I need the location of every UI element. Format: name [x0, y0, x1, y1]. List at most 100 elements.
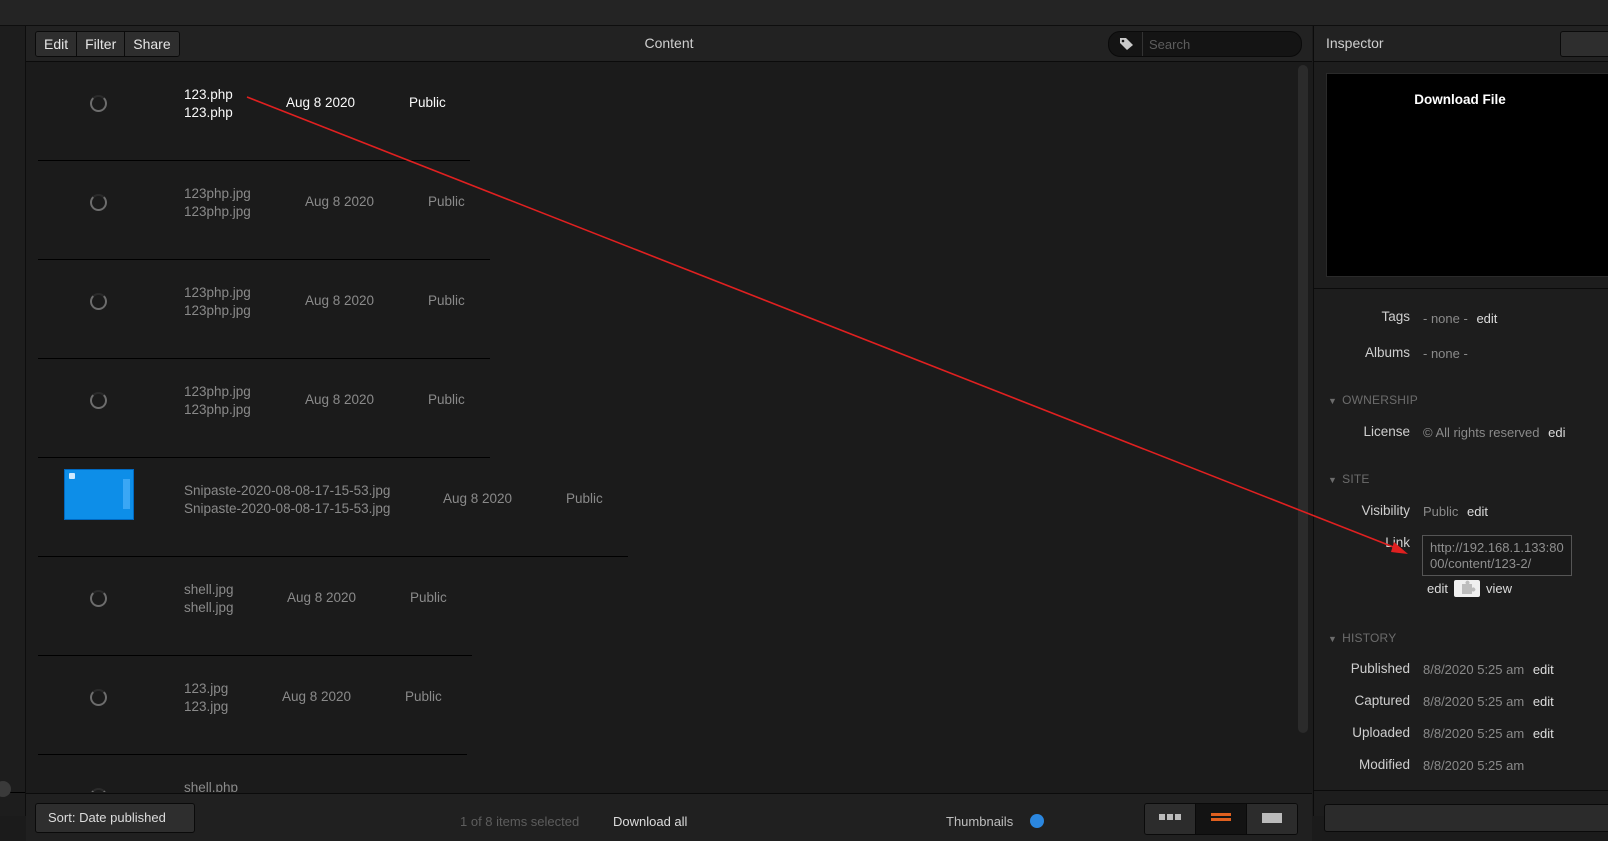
share-button[interactable]: Share — [125, 32, 179, 56]
file-visibility: Public — [405, 689, 442, 704]
thumbnail-size-label: Thumbnails — [946, 814, 1014, 829]
file-filename: 123php.jpg — [184, 204, 251, 219]
file-date: Aug 8 2020 — [282, 689, 352, 704]
uploaded-value: 8/8/2020 5:25 am edit — [1423, 726, 1554, 741]
visibility-edit-link[interactable]: edit — [1467, 504, 1488, 519]
file-date: Aug 8 2020 — [305, 392, 375, 407]
file-title: 123.php — [184, 87, 233, 102]
content-row-8[interactable]: shell.php — [38, 755, 478, 792]
tag-icon[interactable] — [1119, 37, 1134, 54]
file-names: 123php.jpg 123php.jpg — [184, 284, 251, 320]
inspector-header-button[interactable] — [1560, 31, 1608, 57]
license-edit-link[interactable]: edi — [1548, 425, 1565, 440]
history-section-header[interactable]: ▼ HISTORY — [1328, 631, 1396, 645]
content-row-6[interactable]: shell.jpg shell.jpg Aug 8 2020 Public — [38, 557, 472, 656]
file-filename: shell.jpg — [184, 600, 234, 615]
uploaded-edit-link[interactable]: edit — [1533, 726, 1554, 741]
file-names: shell.jpg shell.jpg — [184, 581, 234, 617]
inspector-footer-divider — [1314, 790, 1608, 791]
content-row-7[interactable]: 123.jpg 123.jpg Aug 8 2020 Public — [38, 656, 467, 755]
tags-edit-link[interactable]: edit — [1476, 311, 1497, 326]
file-title: Snipaste-2020-08-08-17-15-53.jpg — [184, 483, 391, 498]
content-scrollbar[interactable] — [1298, 65, 1308, 733]
file-date: Aug 8 2020 — [443, 491, 513, 506]
selection-count: 1 of 8 items selected — [460, 814, 580, 829]
puzzle-icon[interactable] — [1453, 580, 1480, 597]
file-visibility: Public — [428, 392, 465, 407]
license-value: © All rights reserved edi — [1423, 425, 1566, 440]
sort-dropdown[interactable]: Sort: Date published — [35, 803, 195, 833]
file-date: Aug 8 2020 — [305, 194, 375, 209]
link-actions: edit view — [1427, 580, 1512, 597]
search-input[interactable] — [1147, 32, 1297, 56]
thumbnail-window — [123, 479, 130, 509]
filter-button[interactable]: Filter — [77, 32, 126, 56]
file-visibility: Public — [428, 293, 465, 308]
modified-value: 8/8/2020 5:25 am — [1423, 758, 1524, 773]
left-panel-collapsed — [0, 26, 26, 816]
file-preview[interactable]: Download File — [1326, 73, 1608, 277]
file-visibility: Public — [566, 491, 603, 506]
visibility-value: Public edit — [1423, 504, 1488, 519]
content-row-2[interactable]: 123php.jpg 123php.jpg Aug 8 2020 Public — [38, 161, 490, 260]
modified-date: 8/8/2020 5:25 am — [1423, 758, 1525, 773]
link-edit-link[interactable]: edit — [1427, 581, 1448, 596]
content-row-5[interactable]: Snipaste-2020-08-08-17-15-53.jpg Snipast… — [38, 458, 628, 557]
ownership-section-title: OWNERSHIP — [1342, 393, 1418, 407]
file-names: 123php.jpg 123php.jpg — [184, 383, 251, 419]
thumbnail-size-slider[interactable] — [1030, 814, 1044, 828]
file-title: 123php.jpg — [184, 384, 251, 399]
file-names: 123.jpg 123.jpg — [184, 680, 228, 716]
list-view-icon — [1211, 813, 1231, 821]
file-names: Snipaste-2020-08-08-17-15-53.jpg Snipast… — [184, 482, 390, 518]
captured-edit-link[interactable]: edit — [1533, 694, 1554, 709]
content-row-3[interactable]: 123php.jpg 123php.jpg Aug 8 2020 Public — [38, 260, 490, 359]
thumbnail-desktop-icon — [69, 473, 75, 479]
published-label: Published — [1350, 661, 1410, 676]
file-filename: 123php.jpg — [184, 402, 251, 417]
file-visibility: Public — [410, 590, 447, 605]
collapse-triangle-icon: ▼ — [1328, 634, 1338, 644]
download-file-label[interactable]: Download File — [1327, 92, 1593, 107]
grid-view-button[interactable] — [1145, 804, 1196, 834]
loading-spinner-icon — [90, 194, 107, 211]
link-label: Link — [1385, 535, 1410, 550]
loading-spinner-icon — [90, 689, 107, 706]
link-view-link[interactable]: view — [1486, 581, 1512, 596]
content-list: 123.php 123.php Aug 8 2020 Public 123php… — [26, 62, 1290, 792]
loading-spinner-icon — [90, 293, 107, 310]
file-filename: Snipaste-2020-08-08-17-15-53.jpg — [184, 501, 391, 516]
content-bottom-bar: Sort: Date published 1 of 8 items select… — [26, 793, 1312, 841]
ownership-section-header[interactable]: ▼ OWNERSHIP — [1328, 393, 1418, 407]
published-edit-link[interactable]: edit — [1533, 662, 1554, 677]
link-field[interactable]: http://192.168.1.133:8000/content/123-2/ — [1422, 535, 1572, 576]
captured-date: 8/8/2020 5:25 am — [1423, 694, 1525, 709]
content-row-1[interactable]: 123.php 123.php Aug 8 2020 Public — [38, 62, 470, 161]
file-filename: 123.jpg — [184, 699, 229, 714]
app-top-bar — [0, 0, 1608, 26]
single-view-icon — [1262, 813, 1282, 823]
list-view-button[interactable] — [1196, 804, 1247, 834]
site-section-header[interactable]: ▼ SITE — [1328, 472, 1370, 486]
file-names: shell.php — [184, 779, 238, 792]
preview-divider — [1314, 288, 1608, 289]
uploaded-date: 8/8/2020 5:25 am — [1423, 726, 1525, 741]
albums-value: - none - — [1423, 346, 1468, 361]
single-view-button[interactable] — [1247, 804, 1297, 834]
tags-value: - none - edit — [1423, 311, 1497, 326]
content-toolbar: Content Edit Filter Share — [26, 26, 1312, 62]
published-value: 8/8/2020 5:25 am edit — [1423, 662, 1554, 677]
left-panel-toggle[interactable] — [0, 781, 11, 797]
inspector-footer-button[interactable] — [1324, 804, 1608, 832]
download-all-link[interactable]: Download all — [613, 814, 687, 829]
file-visibility: Public — [409, 95, 446, 110]
site-section-title: SITE — [1342, 472, 1370, 486]
edit-button[interactable]: Edit — [36, 32, 78, 56]
search-divider — [1142, 32, 1143, 56]
file-names: 123.php 123.php — [184, 86, 233, 122]
inspector-panel: Inspector Download File Tags - none - ed… — [1313, 26, 1608, 832]
content-row-4[interactable]: 123php.jpg 123php.jpg Aug 8 2020 Public — [38, 359, 490, 458]
collapse-triangle-icon: ▼ — [1328, 396, 1338, 406]
file-visibility: Public — [428, 194, 465, 209]
collapse-triangle-icon: ▼ — [1328, 475, 1338, 485]
